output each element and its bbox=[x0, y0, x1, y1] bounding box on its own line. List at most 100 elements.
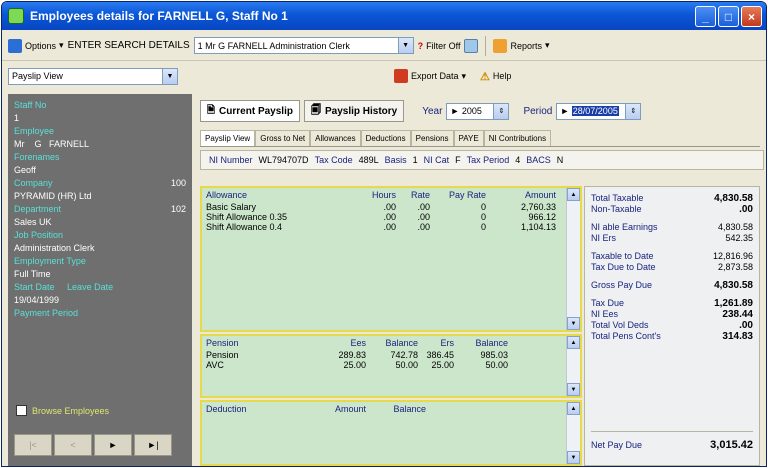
clear-filter-icon[interactable] bbox=[464, 38, 479, 53]
summary-label: NI Ers bbox=[591, 233, 617, 243]
start-date-value: 19/04/1999 bbox=[14, 295, 60, 305]
options-menu[interactable]: Options ▾ bbox=[8, 38, 64, 53]
reports-menu[interactable]: Reports ▾ bbox=[493, 38, 550, 53]
employment-type-label: Employment Type bbox=[14, 256, 86, 266]
window-title: Employees details for FARNELL G, Staff N… bbox=[30, 9, 288, 23]
record-navigator: |< < ► ►| bbox=[14, 434, 172, 456]
summary-label: Total Pens Cont's bbox=[591, 331, 661, 341]
chevron-down-icon[interactable]: ▼ bbox=[163, 67, 178, 85]
title-bar: Employees details for FARNELL G, Staff N… bbox=[2, 2, 766, 30]
tab-payslip-history[interactable]: 🗐 Payslip History bbox=[303, 100, 405, 122]
ni-info-bar: NI Number WL794707D Tax Code 489L Basis 1 N… bbox=[200, 150, 764, 170]
summary-row bbox=[591, 273, 753, 280]
spinner-icon[interactable]: ⇕ bbox=[494, 102, 510, 120]
maximize-button[interactable]: □ bbox=[718, 6, 739, 27]
summary-label: Tax Due to Date bbox=[591, 262, 656, 272]
summary-value: 4,830.58 bbox=[714, 193, 753, 204]
prev-record-button[interactable]: < bbox=[54, 434, 92, 456]
export-data-button[interactable]: Export Data ▾ bbox=[394, 69, 466, 83]
view-select[interactable]: Payslip View ▼ bbox=[8, 67, 178, 85]
department-value: Sales UK bbox=[14, 217, 52, 227]
view-select-value[interactable]: Payslip View bbox=[8, 67, 163, 85]
scroll-down-icon[interactable]: ▼ bbox=[567, 317, 580, 330]
scroll-down-icon[interactable]: ▼ bbox=[567, 451, 580, 464]
net-pay-row: Net Pay Due 3,015.42 bbox=[591, 431, 753, 457]
summary-row: NI able Earnings 4,830.58 bbox=[591, 222, 753, 233]
scroll-up-icon[interactable]: ▲ bbox=[567, 188, 580, 201]
payslip-tabs: 🗎 Current Payslip 🗐 Payslip History Year… bbox=[200, 100, 642, 122]
last-record-button[interactable]: ►| bbox=[134, 434, 172, 456]
summary-row: Total Pens Cont's 314.83 bbox=[591, 331, 753, 342]
summary-value: .00 bbox=[739, 204, 753, 215]
scroll-up-icon[interactable]: ▲ bbox=[567, 402, 580, 415]
summary-label: Taxable to Date bbox=[591, 251, 654, 261]
subtab-pensions[interactable]: Pensions bbox=[410, 130, 454, 146]
help-button[interactable]: ⚠ Help bbox=[480, 70, 511, 83]
documents-icon: 🗐 bbox=[310, 104, 321, 116]
summary-value: 4,830.58 bbox=[714, 280, 753, 291]
company-value: PYRAMID (HR) Ltd bbox=[14, 191, 92, 201]
chevron-down-icon: ▾ bbox=[544, 40, 550, 50]
allowances-scrollbar[interactable]: ▲ ▼ bbox=[566, 188, 580, 330]
summary-row: Tax Due 1,261.89 bbox=[591, 298, 753, 309]
reports-icon bbox=[493, 38, 508, 53]
filter-button[interactable]: ? Filter Off bbox=[418, 41, 461, 51]
export-icon bbox=[394, 69, 408, 83]
summary-label: NI Ees bbox=[591, 309, 619, 319]
summary-label: NI able Earnings bbox=[591, 222, 658, 232]
table-row[interactable]: Pension 289.83 742.78 386.45 985.03 bbox=[202, 350, 580, 360]
forenames-label: Forenames bbox=[14, 152, 60, 162]
close-button[interactable]: × bbox=[741, 6, 762, 27]
subtab-payslip-view[interactable]: Payslip View bbox=[200, 130, 256, 146]
summary-row bbox=[591, 291, 753, 298]
subtab-deductions[interactable]: Deductions bbox=[360, 130, 411, 146]
app-icon bbox=[8, 8, 24, 24]
subtab-paye[interactable]: PAYE bbox=[453, 130, 484, 146]
scroll-down-icon[interactable]: ▼ bbox=[567, 383, 580, 396]
table-row[interactable]: AVC 25.00 50.00 25.00 50.00 bbox=[202, 360, 580, 370]
employee-label: Employee bbox=[14, 126, 55, 136]
subtab-ni-contributions[interactable]: NI Contributions bbox=[483, 130, 552, 146]
summary-label: Non-Taxable bbox=[591, 204, 642, 214]
net-pay-value: 3,015.42 bbox=[710, 438, 753, 451]
spinner-icon[interactable]: ⇕ bbox=[626, 102, 642, 120]
summary-row: Non-Taxable .00 bbox=[591, 204, 753, 215]
table-row[interactable]: Basic Salary .00.00 0 2,760.33 bbox=[202, 202, 580, 212]
next-record-button[interactable]: ► bbox=[94, 434, 132, 456]
scroll-up-icon[interactable]: ▲ bbox=[567, 336, 580, 349]
minimize-button[interactable]: _ bbox=[695, 6, 716, 27]
chevron-down-icon[interactable]: ▼ bbox=[398, 37, 414, 54]
pay-summary: Total Taxable 4,830.58 Non-Taxable .00 NI ab… bbox=[584, 186, 760, 466]
first-record-button[interactable]: |< bbox=[14, 434, 52, 456]
year-spinner[interactable]: ► 2005 ⇕ bbox=[446, 102, 510, 120]
allowances-grid[interactable]: Allowance Hours Rate Pay Rate Amount Bas… bbox=[200, 186, 582, 332]
browse-employees-checkbox[interactable]: Browse Employees bbox=[16, 405, 109, 416]
forenames-value: Geoff bbox=[14, 165, 36, 175]
payment-period-label: Payment Period bbox=[14, 308, 79, 318]
pensions-grid[interactable]: Pension Ees Balance Ers Balance Pension 2… bbox=[200, 334, 582, 398]
chevron-down-icon: ▾ bbox=[461, 70, 467, 81]
table-row[interactable]: Shift Allowance 0.35.00.00 0 966.12 bbox=[202, 212, 580, 222]
search-input[interactable]: 1 Mr G FARNELL Administration Clerk bbox=[193, 37, 399, 54]
summary-row: NI Ers 542.35 bbox=[591, 233, 753, 244]
subtab-gross-to-net[interactable]: Gross to Net bbox=[255, 130, 311, 146]
summary-row: Tax Due to Date 2,873.58 bbox=[591, 262, 753, 273]
deductions-grid[interactable]: Deduction Amount Balance ▲ ▼ bbox=[200, 400, 582, 466]
tab-current-payslip[interactable]: 🗎 Current Payslip bbox=[200, 100, 300, 122]
summary-value: 314.83 bbox=[722, 331, 753, 342]
deductions-header: Deduction Amount Balance bbox=[206, 404, 426, 414]
summary-row: Taxable to Date 12,816.96 bbox=[591, 251, 753, 262]
summary-label: Tax Due bbox=[591, 298, 625, 308]
checkbox[interactable] bbox=[16, 405, 27, 416]
help-icon: ⚠ bbox=[480, 70, 490, 83]
period-spinner[interactable]: ► 28/07/2005 ⇕ bbox=[556, 102, 642, 120]
job-position-label: Job Position bbox=[14, 230, 64, 240]
table-row[interactable]: Shift Allowance 0.4.00.00 0 1,104.13 bbox=[202, 222, 580, 232]
summary-value: 542.35 bbox=[725, 233, 753, 243]
pensions-scrollbar[interactable]: ▲ ▼ bbox=[566, 336, 580, 396]
deductions-scrollbar[interactable]: ▲ ▼ bbox=[566, 402, 580, 464]
subtab-allowances[interactable]: Allowances bbox=[310, 130, 361, 146]
search-combo[interactable]: 1 Mr G FARNELL Administration Clerk ▼ bbox=[193, 37, 414, 54]
employee-sidebar: Staff No 1 Employee Mr G FARNELL Forenam… bbox=[8, 94, 192, 466]
department-label: Department 102 bbox=[14, 204, 186, 214]
